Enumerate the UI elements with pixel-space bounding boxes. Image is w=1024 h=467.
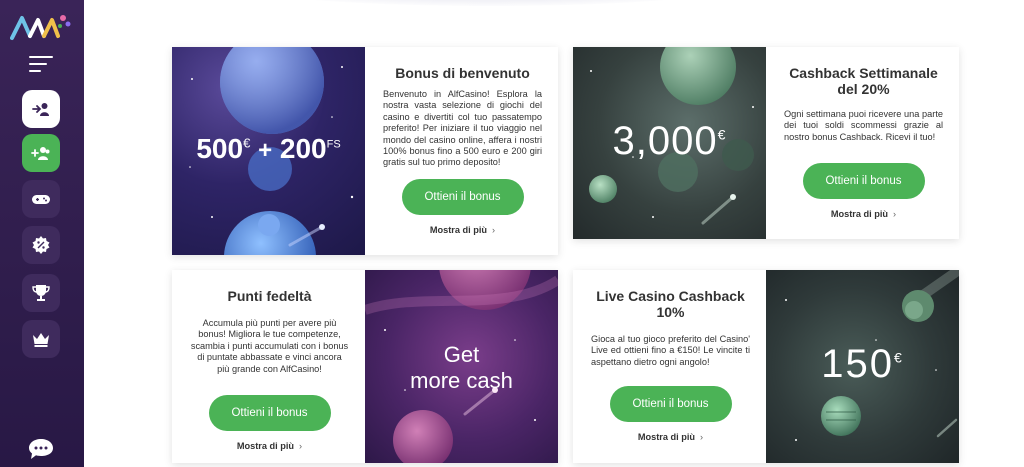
menu-icon [29, 56, 53, 58]
get-more-cash-text: Get more cash [410, 342, 513, 393]
weekly-cashback-card: 3,000€ Cashback Settimanale del 20% Ogni… [573, 47, 959, 239]
chevron-right-icon: › [492, 224, 496, 235]
chat-icon[interactable] [28, 438, 54, 460]
show-more-link[interactable]: Mostra di più › [591, 432, 750, 442]
weekly-cashback-amount: 3,000€ [612, 119, 727, 163]
card-description: Accumula più punti per avere più bonus! … [190, 318, 349, 374]
card-title: Cashback Settimanale del 20% [789, 65, 938, 97]
show-more-link[interactable]: Mostra di più › [383, 225, 542, 235]
register-button[interactable] [22, 134, 60, 172]
card-title: Bonus di benvenuto [395, 65, 530, 81]
show-more-link[interactable]: Mostra di più › [784, 209, 943, 219]
loyalty-points-body: Punti fedeltà Accumula più punti per ave… [172, 270, 365, 463]
welcome-bonus-body: Bonus di benvenuto Benvenuto in AlfCasin… [365, 47, 558, 255]
get-bonus-button[interactable]: Ottieni il bonus [401, 178, 524, 215]
welcome-bonus-image: 500€ + 200FS [172, 47, 365, 255]
get-bonus-button[interactable]: Ottieni il bonus [208, 395, 331, 432]
card-title: Punti fedeltà [227, 288, 312, 304]
login-icon [32, 103, 49, 116]
chevron-right-icon: › [700, 432, 704, 443]
chevron-right-icon: › [893, 209, 897, 220]
tournaments-button[interactable] [22, 274, 60, 312]
card-description: Gioca al tuo gioco preferito del Casino'… [591, 334, 750, 367]
card-description: Ogni settimana puoi ricevere una parte d… [784, 109, 943, 142]
games-button[interactable] [22, 180, 60, 218]
card-title: Live Casino Cashback 10% [596, 288, 745, 320]
crown-icon [33, 333, 49, 347]
sidebar [0, 0, 84, 467]
get-bonus-button[interactable]: Ottieni il bonus [609, 386, 732, 423]
weekly-cashback-body: Cashback Settimanale del 20% Ogni settim… [766, 47, 959, 239]
show-more-link[interactable]: Mostra di più › [190, 441, 349, 451]
register-icon [31, 147, 50, 160]
weekly-cashback-image: 3,000€ [573, 47, 766, 239]
vip-button[interactable] [22, 320, 60, 358]
live-casino-cashback-image: 150€ [766, 270, 959, 463]
alf-logo[interactable] [10, 12, 72, 42]
chevron-right-icon: › [299, 441, 303, 452]
live-cashback-amount: 150€ [821, 342, 904, 386]
trophy-icon [32, 285, 50, 301]
live-casino-cashback-body: Live Casino Cashback 10% Gioca al tuo gi… [573, 270, 766, 463]
get-bonus-button[interactable]: Ottieni il bonus [802, 163, 925, 200]
card-description: Benvenuto in AlfCasino! Esplora la nostr… [383, 89, 542, 168]
promotions-button[interactable] [22, 226, 60, 264]
promotions-icon [32, 236, 50, 254]
login-button[interactable] [22, 90, 60, 128]
loyalty-points-image: Get more cash [365, 270, 558, 463]
header-decoration [230, 0, 750, 6]
welcome-bonus-amount: 500€ + 200FS [196, 133, 341, 164]
gamepad-icon [32, 195, 50, 204]
welcome-bonus-card: 500€ + 200FS Bonus di benvenuto Benvenut… [172, 47, 558, 255]
live-casino-cashback-card: Live Casino Cashback 10% Gioca al tuo gi… [573, 270, 959, 463]
loyalty-points-card: Punti fedeltà Accumula più punti per ave… [172, 270, 558, 463]
menu-button[interactable] [29, 56, 53, 74]
